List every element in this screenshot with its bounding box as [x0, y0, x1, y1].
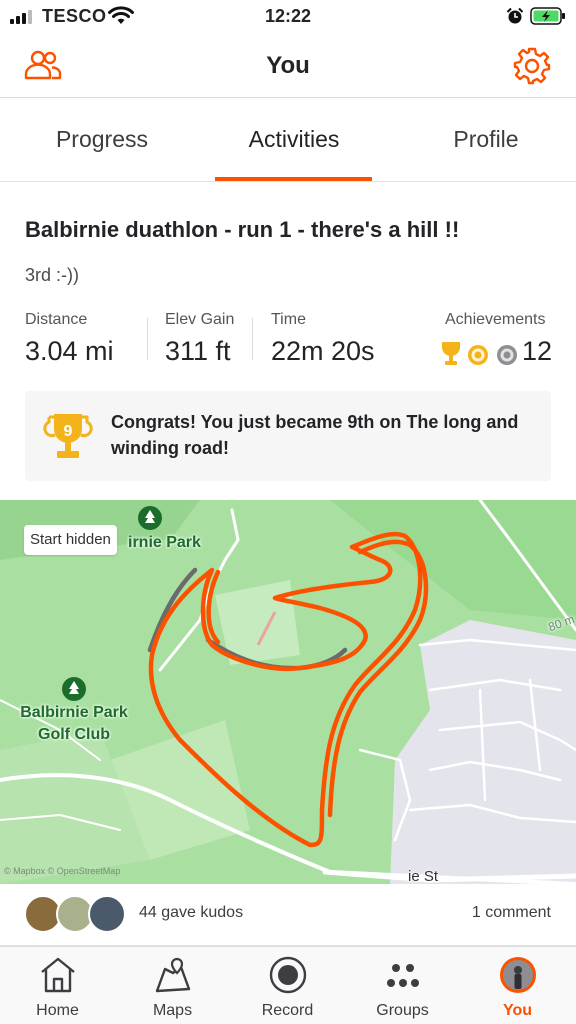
park-tree-icon — [138, 506, 162, 530]
tab-profile[interactable]: Profile — [396, 126, 576, 153]
tab-maps[interactable]: Maps — [115, 947, 230, 1024]
avatar — [88, 895, 126, 933]
tab-progress[interactable]: Progress — [12, 126, 192, 153]
stat-divider — [252, 318, 253, 360]
achievements-label: Achievements — [445, 311, 546, 328]
bottom-tab-bar: Home Maps Record Groups You — [0, 946, 576, 1024]
tab-groups[interactable]: Groups — [345, 947, 460, 1024]
tab-record[interactable]: Record — [230, 947, 345, 1024]
status-time: 12:22 — [264, 6, 312, 26]
tab-maps-label: Maps — [152, 1002, 193, 1019]
achievement-medals-icon — [441, 342, 517, 365]
record-icon — [269, 956, 307, 994]
activity-description: 3rd :-)) — [25, 265, 79, 285]
home-icon — [41, 957, 75, 993]
street-label: ie St — [408, 868, 439, 884]
kudos-avatars[interactable] — [24, 895, 128, 935]
time-label: Time — [271, 311, 306, 328]
elev-gain-label: Elev Gain — [165, 311, 235, 328]
tab-you[interactable]: You — [460, 947, 575, 1024]
trophy-rank-number: 9 — [64, 423, 73, 440]
golf-tree-icon — [62, 677, 86, 701]
profile-avatar-icon — [500, 957, 536, 993]
achievement-banner[interactable]: 9 Congrats! You just became 9th on The l… — [25, 391, 551, 481]
elev-gain-value: 311 ft — [165, 336, 231, 366]
active-tab-indicator — [215, 177, 372, 181]
time-value: 22m 20s — [271, 336, 375, 366]
trophy-icon: 9 — [43, 414, 93, 458]
distance-value: 3.04 mi — [25, 336, 114, 366]
golf-label-line1: Balbirnie Park — [20, 704, 128, 721]
activity-title[interactable]: Balbirnie duathlon - run 1 - there's a h… — [25, 217, 459, 243]
status-bar: TESCO 12:22 — [0, 0, 576, 34]
gear-icon[interactable] — [513, 47, 551, 85]
battery-icon — [530, 7, 565, 25]
golf-label-line2: Golf Club — [38, 726, 110, 743]
tab-groups-label: Groups — [376, 1002, 429, 1019]
achievements-count: 12 — [522, 336, 553, 366]
park-map-label: irnie Park — [128, 534, 201, 551]
profile-tabs: Progress Activities Profile — [0, 98, 576, 182]
comment-count[interactable]: 1 comment — [472, 904, 551, 922]
map-attribution[interactable]: © Mapbox © OpenStreetMap — [4, 866, 120, 876]
kudos-row[interactable]: 44 gave kudos 1 comment — [0, 884, 576, 946]
tab-home-label: Home — [36, 1002, 79, 1019]
maps-icon — [155, 957, 191, 993]
kudos-count[interactable]: 44 gave kudos — [139, 904, 243, 922]
tab-record-label: Record — [261, 1002, 314, 1019]
congrats-message: Congrats! You just became 9th on The lon… — [111, 412, 519, 458]
groups-icon — [387, 964, 419, 987]
alarm-icon — [506, 7, 524, 24]
tab-activities[interactable]: Activities — [198, 126, 390, 153]
start-hidden-badge: Start hidden — [24, 525, 117, 555]
page-title: You — [266, 52, 310, 79]
tab-you-label: You — [502, 1002, 533, 1019]
tab-home[interactable]: Home — [0, 947, 115, 1024]
activity-map[interactable]: irnie Park Balbirnie Park Golf Club 80 m… — [0, 500, 576, 884]
stat-divider — [147, 318, 148, 360]
distance-label: Distance — [25, 311, 88, 328]
top-nav-bar: You — [0, 34, 576, 98]
golf-club-map-label: Balbirnie Park Golf Club — [14, 702, 134, 746]
